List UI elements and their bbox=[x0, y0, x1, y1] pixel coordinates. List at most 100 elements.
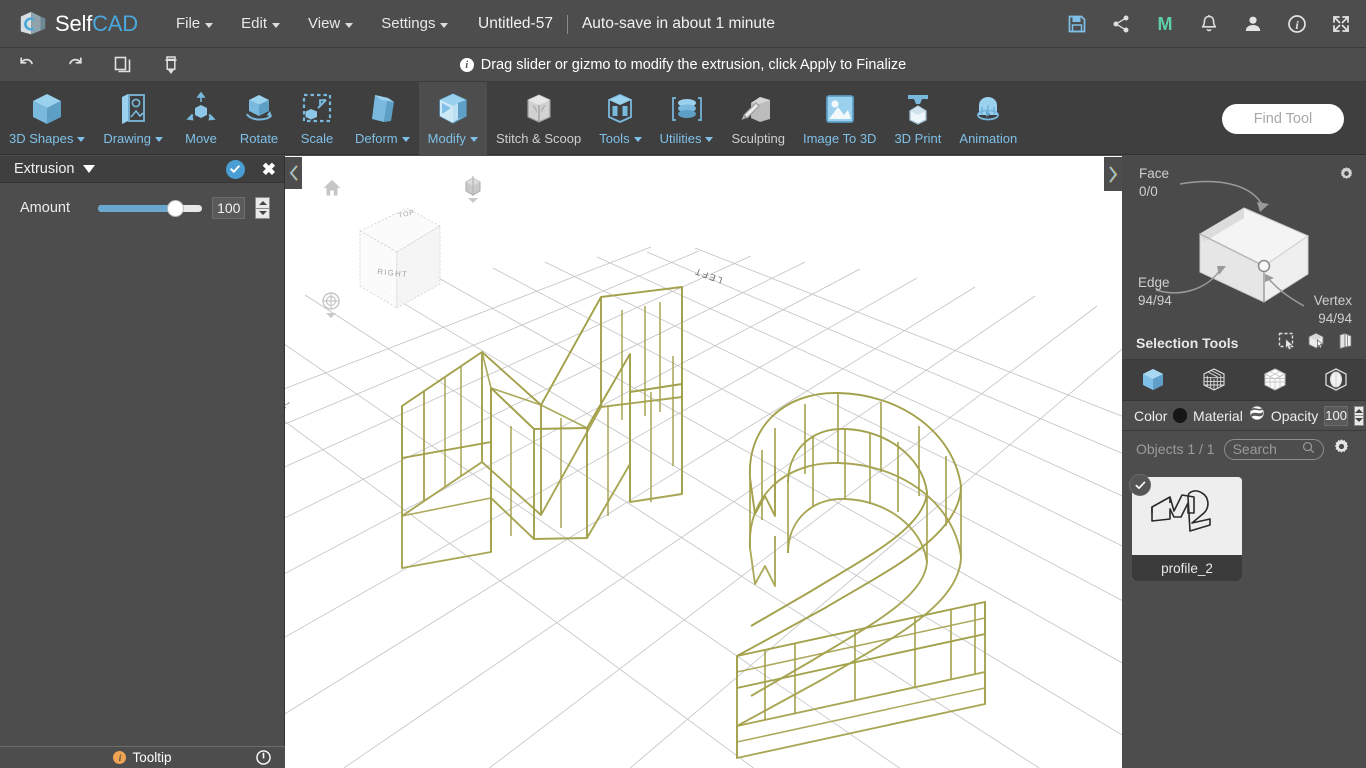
orbit-button[interactable] bbox=[321, 291, 341, 324]
search-icon bbox=[1302, 441, 1315, 457]
view-mode-button[interactable] bbox=[463, 176, 483, 209]
menu-view[interactable]: View bbox=[294, 9, 367, 38]
tool-label: Scale bbox=[301, 131, 334, 146]
rect-select-icon[interactable] bbox=[1278, 332, 1296, 355]
info-icon[interactable]: i bbox=[1286, 13, 1308, 35]
color-label: Color bbox=[1134, 407, 1168, 424]
loop-select-icon[interactable] bbox=[1336, 332, 1354, 355]
vertex-mode-icon[interactable] bbox=[1191, 365, 1237, 395]
redo-icon[interactable] bbox=[64, 54, 86, 76]
logo-text: SelfCAD bbox=[55, 11, 138, 37]
amount-stepper[interactable] bbox=[255, 197, 270, 219]
object-name: profile_2 bbox=[1132, 555, 1242, 581]
tool-animation[interactable]: Animation bbox=[950, 82, 1026, 155]
color-swatch[interactable] bbox=[1173, 408, 1188, 423]
label-text: 3D Print bbox=[894, 131, 942, 146]
amount-input[interactable]: 100 bbox=[212, 197, 246, 219]
extrusion-panel-header: Extrusion ✖ bbox=[0, 156, 284, 183]
objects-settings-gear-icon[interactable] bbox=[1333, 438, 1350, 460]
tool-deform[interactable]: Deform bbox=[346, 82, 419, 155]
objects-search-input[interactable]: Search bbox=[1223, 438, 1324, 460]
material-sphere-icon[interactable] bbox=[1249, 405, 1265, 426]
copy-icon[interactable] bbox=[112, 54, 134, 76]
panel-title[interactable]: Extrusion bbox=[14, 161, 96, 177]
tool-label: Deform bbox=[355, 131, 410, 146]
find-tool-input[interactable]: Find Tool bbox=[1222, 104, 1344, 134]
menu-file[interactable]: File bbox=[162, 9, 227, 38]
label-text: Deform bbox=[355, 131, 398, 146]
close-icon[interactable]: ✖ bbox=[262, 161, 276, 178]
tool-label: Modify bbox=[428, 131, 478, 146]
selection-tools-label: Selection Tools bbox=[1136, 335, 1239, 351]
tool-3d-shapes[interactable]: 3D Shapes bbox=[0, 82, 94, 155]
amount-row: Amount 100 bbox=[0, 183, 284, 219]
box-select-icon[interactable] bbox=[1307, 332, 1325, 355]
delete-trash-icon[interactable] bbox=[160, 54, 182, 76]
edge-mode-icon[interactable] bbox=[1313, 365, 1359, 395]
tools-icon bbox=[600, 88, 640, 130]
drawing-icon bbox=[113, 88, 153, 130]
slider-handle[interactable] bbox=[167, 201, 183, 216]
cube-icon bbox=[27, 88, 67, 130]
material-row: Color Material Opacity 100 bbox=[1122, 401, 1366, 431]
selection-info-section: Face 0/0 Edge 94/94 Vertex 94/94 Selecti… bbox=[1122, 156, 1366, 360]
viewport-canvas: TOP RIGHT LEFT 7 Y Z X bbox=[285, 207, 1122, 768]
undo-icon[interactable] bbox=[16, 54, 38, 76]
collapse-left-panel-button[interactable] bbox=[285, 157, 302, 189]
fullscreen-icon[interactable] bbox=[1330, 13, 1352, 35]
rotate-icon bbox=[239, 88, 279, 130]
object-card[interactable]: profile_2 bbox=[1129, 474, 1242, 581]
menu-items: File Edit View Settings bbox=[162, 9, 462, 38]
stitch-scoop-icon bbox=[519, 88, 559, 130]
stepper-up-button[interactable] bbox=[256, 198, 269, 208]
chevron-down-icon[interactable] bbox=[83, 165, 96, 173]
stepper-down-button[interactable] bbox=[256, 209, 269, 219]
save-icon[interactable] bbox=[1066, 13, 1088, 35]
tool-tools[interactable]: Tools bbox=[590, 82, 650, 155]
hint-text: Drag slider or gizmo to modify the extru… bbox=[480, 57, 907, 73]
tool-3d-print[interactable]: 3D Print bbox=[885, 82, 950, 155]
tool-label: Move bbox=[185, 131, 217, 146]
tool-stitch-scoop[interactable]: Stitch & Scoop bbox=[487, 82, 590, 155]
app-logo[interactable]: SelfCAD bbox=[18, 9, 138, 39]
collapse-right-panel-button[interactable] bbox=[1104, 157, 1122, 191]
animation-icon bbox=[968, 88, 1008, 130]
face-mode-icon[interactable] bbox=[1252, 365, 1298, 395]
share-icon[interactable] bbox=[1110, 13, 1132, 35]
top-menu-bar: SelfCAD File Edit View Settings Untitled… bbox=[0, 0, 1366, 48]
power-icon[interactable] bbox=[256, 750, 271, 768]
stepper-down-button[interactable] bbox=[1355, 416, 1363, 425]
notifications-bell-icon[interactable] bbox=[1198, 13, 1220, 35]
caret-down-icon bbox=[1355, 418, 1363, 423]
tool-move[interactable]: Move bbox=[172, 82, 230, 155]
label-text: Image To 3D bbox=[802, 131, 877, 146]
tool-image-to-3d[interactable]: Image To 3D bbox=[794, 82, 885, 155]
tool-label: Stitch & Scoop bbox=[496, 131, 581, 146]
home-view-button[interactable] bbox=[322, 178, 342, 203]
menu-settings[interactable]: Settings bbox=[367, 9, 462, 38]
document-title[interactable]: Untitled-57 bbox=[478, 15, 553, 33]
apply-button[interactable] bbox=[225, 159, 245, 179]
tool-utilities[interactable]: Utilities bbox=[651, 82, 723, 155]
tool-sculpting[interactable]: Sculpting bbox=[722, 82, 793, 155]
history-actions bbox=[16, 54, 182, 76]
opacity-stepper[interactable] bbox=[1354, 405, 1364, 426]
status-hint: i Drag slider or gizmo to modify the ext… bbox=[0, 48, 1366, 82]
user-account-icon[interactable] bbox=[1242, 13, 1264, 35]
document-title-area: Untitled-57 Auto-save in about 1 minute bbox=[478, 0, 775, 48]
tool-rotate[interactable]: Rotate bbox=[230, 82, 288, 155]
tool-label: Tools bbox=[599, 131, 642, 146]
tool-modify[interactable]: Modify bbox=[418, 82, 487, 155]
marketplace-m-icon[interactable]: M bbox=[1154, 13, 1176, 35]
stepper-up-button[interactable] bbox=[1355, 407, 1363, 416]
vertex-label: Vertex bbox=[1313, 293, 1352, 308]
tool-label: Rotate bbox=[240, 131, 278, 146]
menu-edit[interactable]: Edit bbox=[227, 9, 294, 38]
opacity-input[interactable]: 100 bbox=[1324, 405, 1348, 426]
tool-drawing[interactable]: Drawing bbox=[94, 82, 172, 155]
amount-slider[interactable] bbox=[98, 199, 203, 217]
3d-viewport[interactable]: TOP RIGHT LEFT 7 Y Z X bbox=[285, 156, 1122, 768]
tool-scale[interactable]: Scale bbox=[288, 82, 346, 155]
object-selected-check-icon[interactable] bbox=[1129, 474, 1151, 496]
object-mode-icon[interactable] bbox=[1130, 365, 1176, 395]
